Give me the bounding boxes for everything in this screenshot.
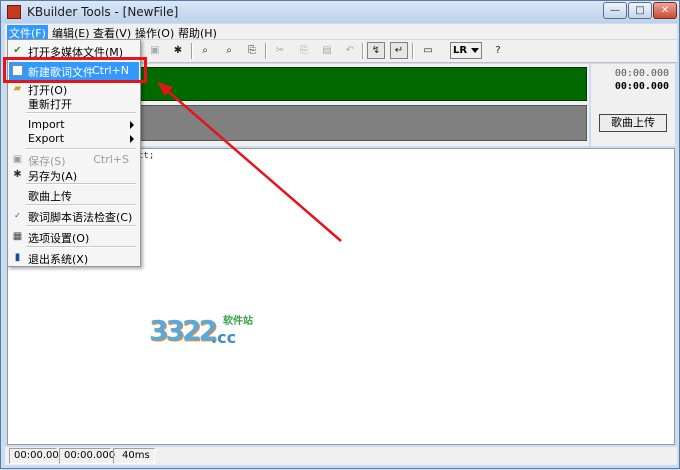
submenu-arrow-icon (130, 121, 134, 129)
total-time: 00:00.000 (614, 68, 669, 79)
save-icon[interactable]: ▣ (146, 42, 164, 59)
help-icon[interactable]: ? (489, 42, 507, 59)
undo-icon[interactable]: ↶ (341, 42, 359, 59)
song-upload-button[interactable]: 歌曲上传 (599, 114, 667, 132)
toolbar-separator (191, 43, 193, 59)
save-icon: ▣ (12, 154, 23, 165)
replace-icon[interactable]: ⎘ (243, 42, 261, 59)
chevron-down-icon (471, 48, 479, 53)
close-button[interactable]: ✕ (653, 2, 677, 19)
lr-dropdown[interactable]: LR (450, 42, 482, 59)
menu-help[interactable]: 帮助(H) (178, 25, 217, 41)
menu-item-song-upload[interactable]: 歌曲上传 (9, 186, 139, 204)
status-time: 00:00.000 (59, 448, 115, 464)
status-position: 00:00.00 (9, 448, 59, 464)
display-icon[interactable]: ▭ (419, 42, 437, 59)
menu-separator (26, 225, 136, 227)
options-icon: ▦ (12, 231, 23, 242)
spell-check-icon: ✓ (14, 211, 21, 220)
watermark-digits: 3322 (149, 314, 218, 347)
open-folder-icon: ▰ (13, 83, 22, 94)
menu-bar: 文件(F) 编辑(E) 查看(V) 操作(O) 帮助(H) (5, 24, 677, 41)
copy-icon[interactable]: ⎘ (295, 42, 313, 59)
menu-item-export[interactable]: Export (9, 130, 139, 148)
menu-separator (26, 148, 136, 150)
menu-separator (26, 112, 136, 114)
watermark-site: 软件站 (223, 316, 253, 327)
window-title: KBuilder Tools - [NewFile] (27, 5, 179, 19)
menu-item-reopen[interactable]: 重新打开 (9, 94, 139, 112)
minimize-button[interactable]: — (603, 2, 627, 19)
title-bar[interactable]: KBuilder Tools - [NewFile] — □ ✕ (1, 1, 679, 23)
find-icon[interactable]: ⌕ (196, 42, 214, 59)
watermark-logo: 3322 .cc 软件站 (149, 306, 261, 354)
menu-item-syntax-check[interactable]: ✓ 歌词脚本语法检查(C) (9, 207, 139, 225)
exit-icon: ▮ (14, 252, 21, 263)
maximize-button[interactable]: □ (628, 2, 652, 19)
tag-icon[interactable]: ↯ (367, 42, 385, 59)
find-next-icon[interactable]: ⌕ (220, 42, 238, 59)
menu-item-options[interactable]: ▦ 选项设置(O) (9, 228, 139, 246)
menu-separator (26, 204, 136, 206)
toolbar-separator (265, 43, 267, 59)
status-bar: 00:00.00 00:00.000 40ms (5, 447, 677, 465)
status-offset: 40ms (113, 448, 155, 464)
toolbar-separator (412, 43, 414, 59)
submenu-arrow-icon (130, 135, 134, 143)
menu-separator (26, 246, 136, 248)
menu-separator (26, 183, 136, 185)
time-panel: 00:00.000 00:00.000 歌曲上传 (591, 64, 675, 146)
menu-item-save-as[interactable]: ✱ 另存为(A) (9, 166, 139, 184)
watermark-suffix: .cc (211, 328, 237, 347)
app-window: KBuilder Tools - [NewFile] — □ ✕ 文件(F) 编… (0, 0, 680, 469)
open-media-icon: ✔ (13, 45, 22, 56)
current-time: 00:00.000 (614, 81, 669, 92)
cut-icon[interactable]: ✂ (271, 42, 289, 59)
annotation-highlight-box (3, 57, 147, 83)
media-icon[interactable]: ✱ (169, 42, 187, 59)
menu-item-exit[interactable]: ▮ 退出系统(X) (9, 249, 139, 267)
save-as-icon: ✱ (13, 169, 22, 180)
app-icon[interactable] (7, 5, 21, 19)
paste-icon[interactable]: ▤ (318, 42, 336, 59)
crlf-icon[interactable]: ↵ (390, 42, 408, 59)
lr-label: LR (453, 45, 468, 56)
toolbar-separator (362, 43, 364, 59)
